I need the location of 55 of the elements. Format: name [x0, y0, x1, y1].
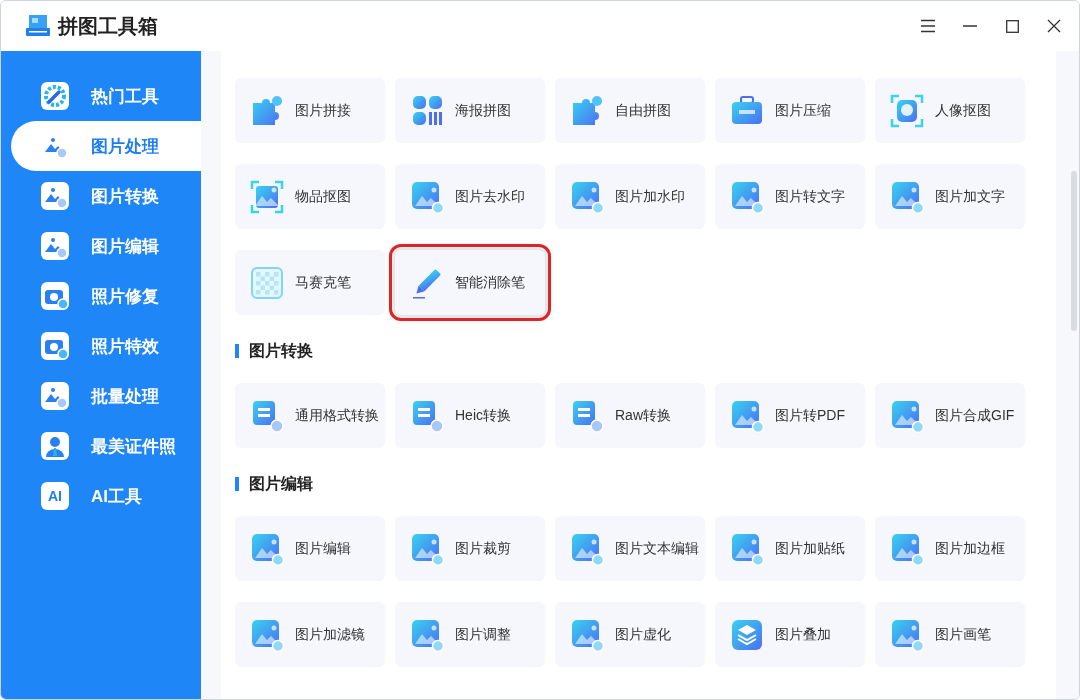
tool-card[interactable]: 图片转PDF [715, 383, 865, 448]
sidebar-item[interactable]: 照片特效 [11, 321, 201, 371]
tool-card[interactable]: 图片裁剪 [395, 516, 545, 581]
sidebar-item[interactable]: 批量处理 [11, 371, 201, 421]
minimize-icon [963, 25, 977, 27]
tool-card[interactable]: 图片加文字 [875, 164, 1025, 229]
tool-card[interactable]: 马赛克笔 [235, 250, 385, 315]
tool-card[interactable]: 自由拼图 [555, 78, 705, 143]
image-icon [41, 182, 69, 210]
image-icon [41, 232, 69, 260]
tool-card[interactable]: 图片转文字 [715, 164, 865, 229]
close-icon [1047, 19, 1061, 33]
sidebar-item[interactable]: 照片修复 [11, 271, 201, 321]
checkerboard-icon [249, 264, 285, 301]
tool-card[interactable]: 图片文本编辑 [555, 516, 705, 581]
tool-card[interactable]: 图片编辑 [235, 516, 385, 581]
person-icon [41, 432, 69, 460]
tool-card[interactable]: Raw转换 [555, 383, 705, 448]
tool-card[interactable]: 图片调整 [395, 602, 545, 667]
tool-card[interactable]: 海报拼图 [395, 78, 545, 143]
menu-icon [920, 19, 936, 33]
sidebar-item[interactable]: 最美证件照 [11, 421, 201, 471]
maximize-icon [1005, 19, 1019, 33]
tool-card[interactable]: 图片叠加 [715, 602, 865, 667]
sidebar-item[interactable]: 图片编辑 [11, 221, 201, 271]
tool-card[interactable]: 图片加边框 [875, 516, 1025, 581]
sidebar-item[interactable]: 图片处理 [11, 121, 201, 171]
section-heading: 图片编辑 [249, 473, 313, 494]
section-heading: 图片转换 [249, 340, 313, 361]
portrait-icon [889, 92, 925, 129]
tool-card[interactable]: 图片虚化 [555, 602, 705, 667]
tool-card[interactable]: 图片去水印 [395, 164, 545, 229]
tool-card[interactable]: 人像抠图 [875, 78, 1025, 143]
ai-logo: AI [41, 482, 69, 510]
camera-icon [41, 282, 69, 310]
wrench-gear-icon [41, 82, 69, 110]
sidebar-item[interactable]: 图片转换 [11, 171, 201, 221]
framed-image-icon [249, 178, 285, 215]
tool-card[interactable]: 图片合成GIF [875, 383, 1025, 448]
tool-card[interactable]: 图片加滤镜 [235, 602, 385, 667]
tool-card[interactable]: 物品抠图 [235, 164, 385, 229]
camera-icon [41, 332, 69, 360]
tool-card[interactable]: 图片拼接 [235, 78, 385, 143]
app-logo [26, 15, 50, 37]
tool-card[interactable]: 通用格式转换 [235, 383, 385, 448]
tool-card[interactable]: Heic转换 [395, 383, 545, 448]
tool-card[interactable]: 图片画笔 [875, 602, 1025, 667]
tool-card[interactable]: 图片压缩 [715, 78, 865, 143]
sidebar-item[interactable]: 热门工具 [11, 71, 201, 121]
scrollbar-thumb[interactable] [1071, 171, 1077, 331]
window-title: 拼图工具箱 [58, 13, 158, 39]
image-icon [41, 382, 69, 410]
sidebar-item[interactable]: AI AI工具 [11, 471, 201, 521]
tool-card[interactable]: 图片加贴纸 [715, 516, 865, 581]
tool-card[interactable]: 图片加水印 [555, 164, 705, 229]
